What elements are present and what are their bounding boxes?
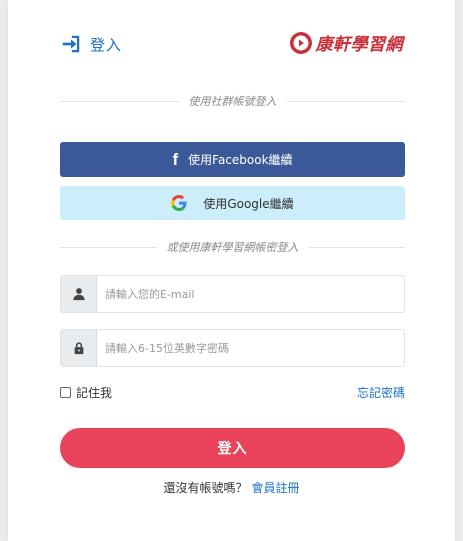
remember-label: 記住我	[76, 386, 113, 400]
email-field	[60, 275, 405, 313]
login-title-text: 登入	[90, 35, 123, 54]
remember-me[interactable]: 記住我	[60, 384, 112, 401]
signup-link[interactable]: 會員註冊	[252, 481, 300, 495]
email-input[interactable]	[97, 276, 404, 312]
login-card: 登入 康軒學習網 使用社群帳號登入 f 使用Facebook繼續 使用Googl…	[8, 0, 455, 541]
login-title: 登入	[60, 33, 122, 55]
divider-line	[60, 100, 179, 102]
email-addon	[61, 276, 97, 312]
remember-checkbox[interactable]	[60, 387, 71, 398]
social-divider-label: 使用社群帳號登入	[188, 95, 277, 108]
password-addon	[61, 330, 97, 366]
user-icon	[72, 288, 85, 301]
facebook-login-button[interactable]: f 使用Facebook繼續	[60, 142, 405, 177]
google-icon	[171, 195, 187, 211]
password-field	[60, 329, 405, 367]
brand-logo-icon	[289, 31, 312, 54]
signup-prompt: 還沒有帳號嗎？ 會員註冊	[8, 479, 455, 496]
forgot-password-link[interactable]: 忘記密碼	[357, 384, 405, 401]
password-input[interactable]	[97, 330, 404, 366]
divider-line	[60, 246, 157, 248]
social-divider: 使用社群帳號登入	[60, 93, 405, 109]
brand-logo: 康軒學習網	[289, 30, 404, 55]
google-login-label: 使用Google繼續	[203, 196, 294, 211]
divider-line	[308, 246, 405, 248]
sign-in-icon	[62, 35, 80, 53]
lock-icon	[74, 342, 83, 355]
login-submit-button[interactable]: 登入	[60, 428, 405, 468]
facebook-icon: f	[172, 149, 179, 169]
divider-line	[286, 100, 405, 102]
signup-prompt-text: 還沒有帳號嗎？	[163, 481, 248, 495]
header: 登入 康軒學習網	[60, 30, 405, 60]
facebook-login-label: 使用Facebook繼續	[188, 153, 293, 167]
brand-name: 康軒學習網	[315, 35, 403, 55]
account-divider: 或使用康軒學習網帳密登入	[60, 239, 405, 255]
google-login-button[interactable]: 使用Google繼續	[60, 186, 405, 220]
account-divider-label: 或使用康軒學習網帳密登入	[166, 241, 299, 254]
